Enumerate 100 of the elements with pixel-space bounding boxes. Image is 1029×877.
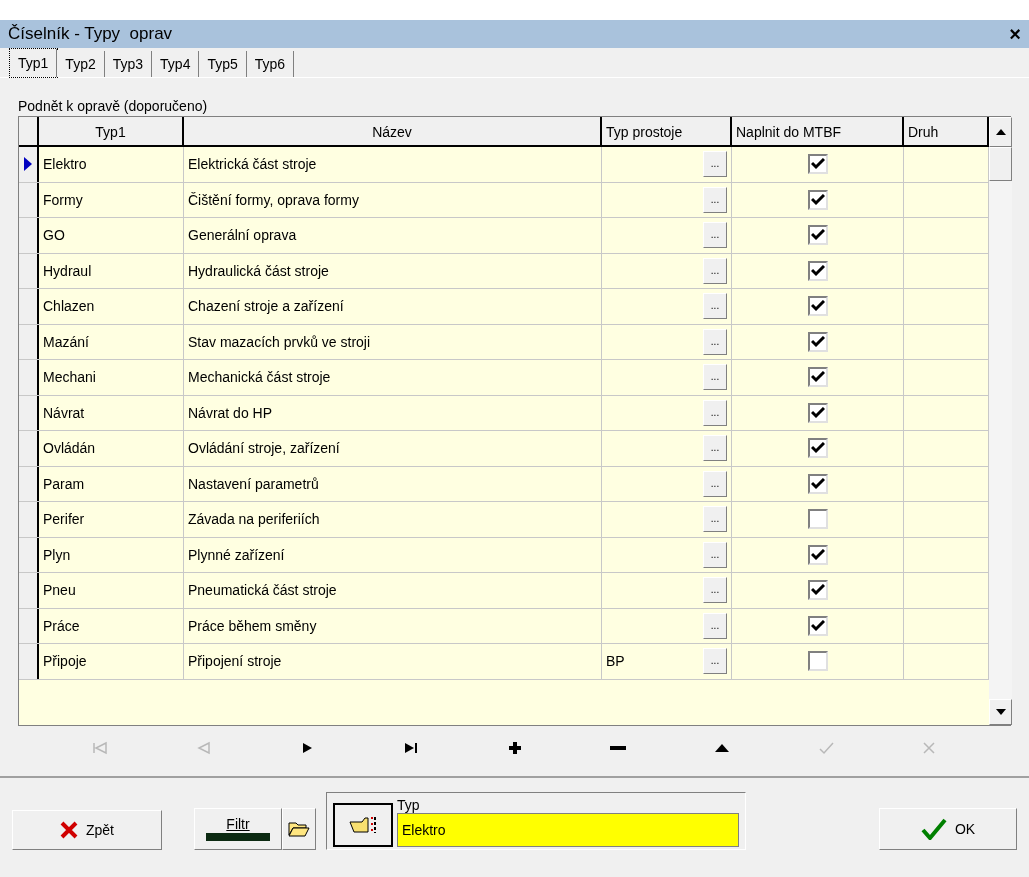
table-cell: Nastavení parametrů xyxy=(184,466,602,501)
checkmark-icon xyxy=(920,818,947,840)
ok-button[interactable]: OK xyxy=(879,808,1017,850)
ellipsis-button[interactable]: ... xyxy=(703,506,727,533)
row-indicator[interactable] xyxy=(19,324,39,359)
table-cell: Práce xyxy=(39,608,184,643)
ellipsis-button[interactable]: ... xyxy=(703,577,727,604)
tab[interactable]: Typ2 xyxy=(57,51,105,77)
ellipsis-button[interactable]: ... xyxy=(703,364,727,391)
close-button[interactable]: × xyxy=(1009,24,1021,44)
column-header: Naplnit do MTBF xyxy=(732,117,904,145)
row-indicator[interactable] xyxy=(19,537,39,572)
table-cell: Plynné zařízení xyxy=(184,537,602,572)
ellipsis-button[interactable]: ... xyxy=(703,435,727,462)
close-icon xyxy=(60,821,78,839)
table-cell: Chazení stroje a zařízení xyxy=(184,289,602,324)
ellipsis-button[interactable]: ... xyxy=(703,257,727,284)
scroll-up-button[interactable] xyxy=(989,117,1012,147)
triangle-down-icon xyxy=(995,709,1006,715)
checkbox[interactable] xyxy=(807,296,828,317)
lookup-button[interactable] xyxy=(333,803,393,847)
table-cell: Ovládání stroje, zařízení xyxy=(184,431,602,466)
scroll-down-button[interactable] xyxy=(989,699,1012,725)
ellipsis-button[interactable]: ... xyxy=(703,293,727,320)
row-indicator[interactable] xyxy=(19,147,39,182)
checkbox[interactable] xyxy=(807,438,828,459)
checkbox[interactable] xyxy=(807,225,828,246)
checkbox[interactable] xyxy=(807,367,828,388)
column-header: Typ1 xyxy=(39,117,184,145)
checkbox[interactable] xyxy=(807,260,828,281)
table-cell: Pneumatická část stroje xyxy=(184,573,602,608)
folder-icon xyxy=(288,821,310,837)
table-cell: Hydraul xyxy=(39,253,184,288)
checkbox[interactable] xyxy=(807,580,828,601)
table-cell: Mechanická část stroje xyxy=(184,360,602,395)
scrollbar[interactable] xyxy=(989,117,1012,725)
ellipsis-button[interactable]: ... xyxy=(703,470,727,497)
tab[interactable]: Typ1 xyxy=(10,49,58,77)
table-cell: Param xyxy=(39,466,184,501)
row-indicator[interactable] xyxy=(19,218,39,253)
open-folder-button[interactable] xyxy=(282,808,316,850)
row-indicator[interactable] xyxy=(19,466,39,501)
triangle-up-icon xyxy=(995,129,1006,135)
table-cell: Elektrická část stroje xyxy=(184,147,602,182)
table-cell: Elektro xyxy=(39,147,184,182)
checkbox[interactable] xyxy=(807,331,828,352)
row-indicator[interactable] xyxy=(19,395,39,430)
ellipsis-button[interactable]: ... xyxy=(703,541,727,568)
ellipsis-button[interactable]: ... xyxy=(703,399,727,426)
table-cell-text: BP xyxy=(606,651,625,671)
row-indicator[interactable] xyxy=(19,502,39,537)
table-cell: Stav mazacích prvků ve stroji xyxy=(184,324,602,359)
table-cell: Hydraulická část stroje xyxy=(184,253,602,288)
checkbox[interactable] xyxy=(807,544,828,565)
filter-button[interactable]: Filtr xyxy=(194,808,282,850)
table-cell: Práce během směny xyxy=(184,608,602,643)
table-cell: Generální oprava xyxy=(184,218,602,253)
checkbox[interactable] xyxy=(807,402,828,423)
column-header: Typ prostoje xyxy=(602,117,732,145)
table-cell: Návrat xyxy=(39,395,184,430)
table-cell: Mechani xyxy=(39,360,184,395)
ellipsis-button[interactable]: ... xyxy=(703,151,727,178)
checkbox[interactable] xyxy=(807,615,828,636)
checkbox[interactable] xyxy=(807,473,828,494)
scroll-thumb[interactable] xyxy=(989,147,1012,181)
table-cell: Čištění formy, oprava formy xyxy=(184,182,602,217)
current-row-icon xyxy=(24,157,32,172)
table-cell: Připojení stroje xyxy=(184,644,602,679)
row-indicator[interactable] xyxy=(19,289,39,324)
table-cell: GO xyxy=(39,218,184,253)
table-cell: Návrat do HP xyxy=(184,395,602,430)
table-cell: Pneu xyxy=(39,573,184,608)
field-label: Typ xyxy=(397,797,421,813)
table-cell: Plyn xyxy=(39,537,184,572)
table-cell: Závada na periferiích xyxy=(184,502,602,537)
checkbox[interactable] xyxy=(807,189,828,210)
section-label: Podnět k opravě (doporučeno) xyxy=(18,97,209,116)
ellipsis-button[interactable]: ... xyxy=(703,186,727,213)
ellipsis-button[interactable]: ... xyxy=(703,222,727,249)
table-cell: Chlazen xyxy=(39,289,184,324)
row-indicator[interactable] xyxy=(19,360,39,395)
window-title: Číselník - Typy oprav xyxy=(8,23,173,46)
checkbox[interactable] xyxy=(807,154,828,175)
ellipsis-button[interactable]: ... xyxy=(703,612,727,639)
ellipsis-button[interactable]: ... xyxy=(703,648,727,675)
checkbox[interactable] xyxy=(807,509,828,530)
ellipsis-button[interactable]: ... xyxy=(703,328,727,355)
row-indicator[interactable] xyxy=(19,253,39,288)
type-field[interactable]: Elektro xyxy=(397,813,739,847)
row-indicator[interactable] xyxy=(19,644,39,679)
row-indicator[interactable] xyxy=(19,608,39,643)
column-header: Název xyxy=(184,117,602,145)
row-indicator[interactable] xyxy=(19,182,39,217)
row-indicator[interactable] xyxy=(19,573,39,608)
row-indicator[interactable] xyxy=(19,431,39,466)
table-cell: Formy xyxy=(39,182,184,217)
back-button[interactable]: Zpět xyxy=(12,810,162,850)
table-cell: Ovládán xyxy=(39,431,184,466)
table-cell: Mazání xyxy=(39,324,184,359)
checkbox[interactable] xyxy=(807,651,828,672)
